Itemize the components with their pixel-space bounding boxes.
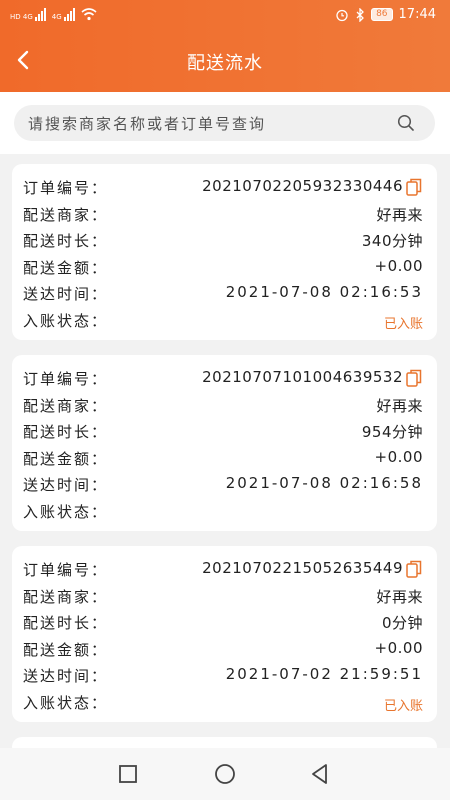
merchant-label: 配送商家： (23, 396, 109, 415)
app-header: HD 4G 4G 86 17:44 配送流水 (0, 0, 450, 92)
amount-label: 配送金额： (23, 449, 109, 468)
order-no-row: 订单编号： 20210707101004639532 (23, 366, 425, 393)
amount-row: 配送金额： +0.00 (23, 637, 425, 664)
order-no-row: 订单编号： 20210702215052635449 (23, 557, 425, 584)
duration-value: 0分钟 (381, 614, 423, 632)
account-status-label: 入账状态： (23, 693, 109, 712)
bluetooth-icon (356, 7, 364, 22)
delivered-time-row: 送达时间： 2021-07-02 21:59:51 (23, 663, 425, 690)
copy-icon[interactable] (406, 560, 422, 578)
search-placeholder: 请搜索商家名称或者订单号查询 (28, 114, 267, 133)
battery-indicator: 86 (371, 8, 393, 21)
status-left: HD 4G 4G (10, 7, 97, 21)
order-no-value: 20210702205932330446 (202, 177, 403, 195)
amount-value: +0.00 (374, 256, 423, 275)
status-time: 17:44 (398, 7, 436, 22)
delivered-time-value: 2021-07-08 02:16:58 (225, 474, 423, 492)
delivered-time-value: 2021-07-02 21:59:51 (225, 665, 423, 683)
title-bar: 配送流水 (0, 40, 450, 80)
wifi-icon (81, 8, 97, 21)
order-no-value: 20210707101004639532 (202, 368, 403, 386)
amount-value: +0.00 (374, 638, 423, 657)
account-status-label: 入账状态： (23, 311, 109, 330)
copy-icon[interactable] (406, 178, 422, 196)
signal-icon-2: 4G (52, 7, 75, 21)
back-triangle-icon[interactable] (308, 762, 332, 786)
amount-label: 配送金额： (23, 258, 109, 277)
page-title: 配送流水 (187, 53, 263, 74)
amount-value: +0.00 (374, 447, 423, 466)
network-tag-2: 4G (51, 13, 62, 21)
status-bar: HD 4G 4G 86 17:44 (0, 0, 450, 32)
search-area: 请搜索商家名称或者订单号查询 (0, 92, 450, 154)
merchant-value: 好再来 (376, 587, 423, 606)
duration-label: 配送时长： (23, 232, 109, 250)
duration-value: 954分钟 (361, 423, 423, 441)
order-card[interactable]: 订单编号： 20210702205932330446 配送商家： 好再来 配送时… (12, 164, 437, 340)
amount-label: 配送金额： (23, 640, 109, 659)
order-card[interactable]: 订单编号： 20210707101004639532 配送商家： 好再来 配送时… (12, 355, 437, 531)
merchant-value: 好再来 (376, 396, 423, 415)
network-tag: HD 4G (10, 13, 33, 21)
status-right: 86 17:44 (335, 7, 436, 22)
account-status-row: 入账状态： 已入账 (23, 308, 425, 335)
amount-row: 配送金额： +0.00 (23, 446, 425, 473)
amount-row: 配送金额： +0.00 (23, 255, 425, 282)
alarm-icon (336, 9, 348, 21)
delivered-time-label: 送达时间： (23, 476, 109, 494)
merchant-row: 配送商家： 好再来 (23, 393, 425, 420)
delivered-time-row: 送达时间： 2021-07-08 02:16:58 (23, 472, 425, 499)
merchant-label: 配送商家： (23, 205, 109, 224)
merchant-row: 配送商家： 好再来 (23, 584, 425, 611)
account-status-badge: 已入账 (383, 698, 423, 714)
order-no-row: 订单编号： 20210702205932330446 (23, 175, 425, 202)
duration-label: 配送时长： (23, 614, 109, 632)
order-no-label: 订单编号： (23, 179, 109, 197)
account-status-badge: 已入账 (383, 316, 423, 332)
account-status-row: 入账状态： (23, 499, 425, 526)
recent-apps-icon[interactable] (116, 762, 140, 786)
delivered-time-value: 2021-07-08 02:16:53 (225, 283, 423, 301)
copy-icon[interactable] (406, 369, 422, 387)
account-status-row: 入账状态： 已入账 (23, 690, 425, 717)
duration-row: 配送时长： 0分钟 (23, 610, 425, 637)
account-status-label: 入账状态： (23, 502, 109, 521)
delivered-time-label: 送达时间： (23, 667, 109, 685)
order-no-label: 订单编号： (23, 370, 109, 388)
duration-row: 配送时长： 954分钟 (23, 419, 425, 446)
delivered-time-label: 送达时间： (23, 285, 109, 303)
merchant-label: 配送商家： (23, 587, 109, 606)
system-nav-bar (0, 748, 450, 800)
search-icon[interactable] (397, 114, 415, 132)
merchant-value: 好再来 (376, 205, 423, 224)
duration-row: 配送时长： 340分钟 (23, 228, 425, 255)
duration-value: 340分钟 (361, 232, 423, 250)
signal-icon: HD 4G (10, 7, 46, 21)
order-no-value: 20210702215052635449 (202, 559, 403, 577)
duration-label: 配送时长： (23, 423, 109, 441)
search-input[interactable]: 请搜索商家名称或者订单号查询 (14, 105, 435, 141)
order-card[interactable]: 订单编号： 20210702215052635449 配送商家： 好再来 配送时… (12, 546, 437, 722)
delivered-time-row: 送达时间： 2021-07-08 02:16:53 (23, 281, 425, 308)
merchant-row: 配送商家： 好再来 (23, 202, 425, 229)
order-no-label: 订单编号： (23, 561, 109, 579)
home-icon[interactable] (213, 762, 237, 786)
